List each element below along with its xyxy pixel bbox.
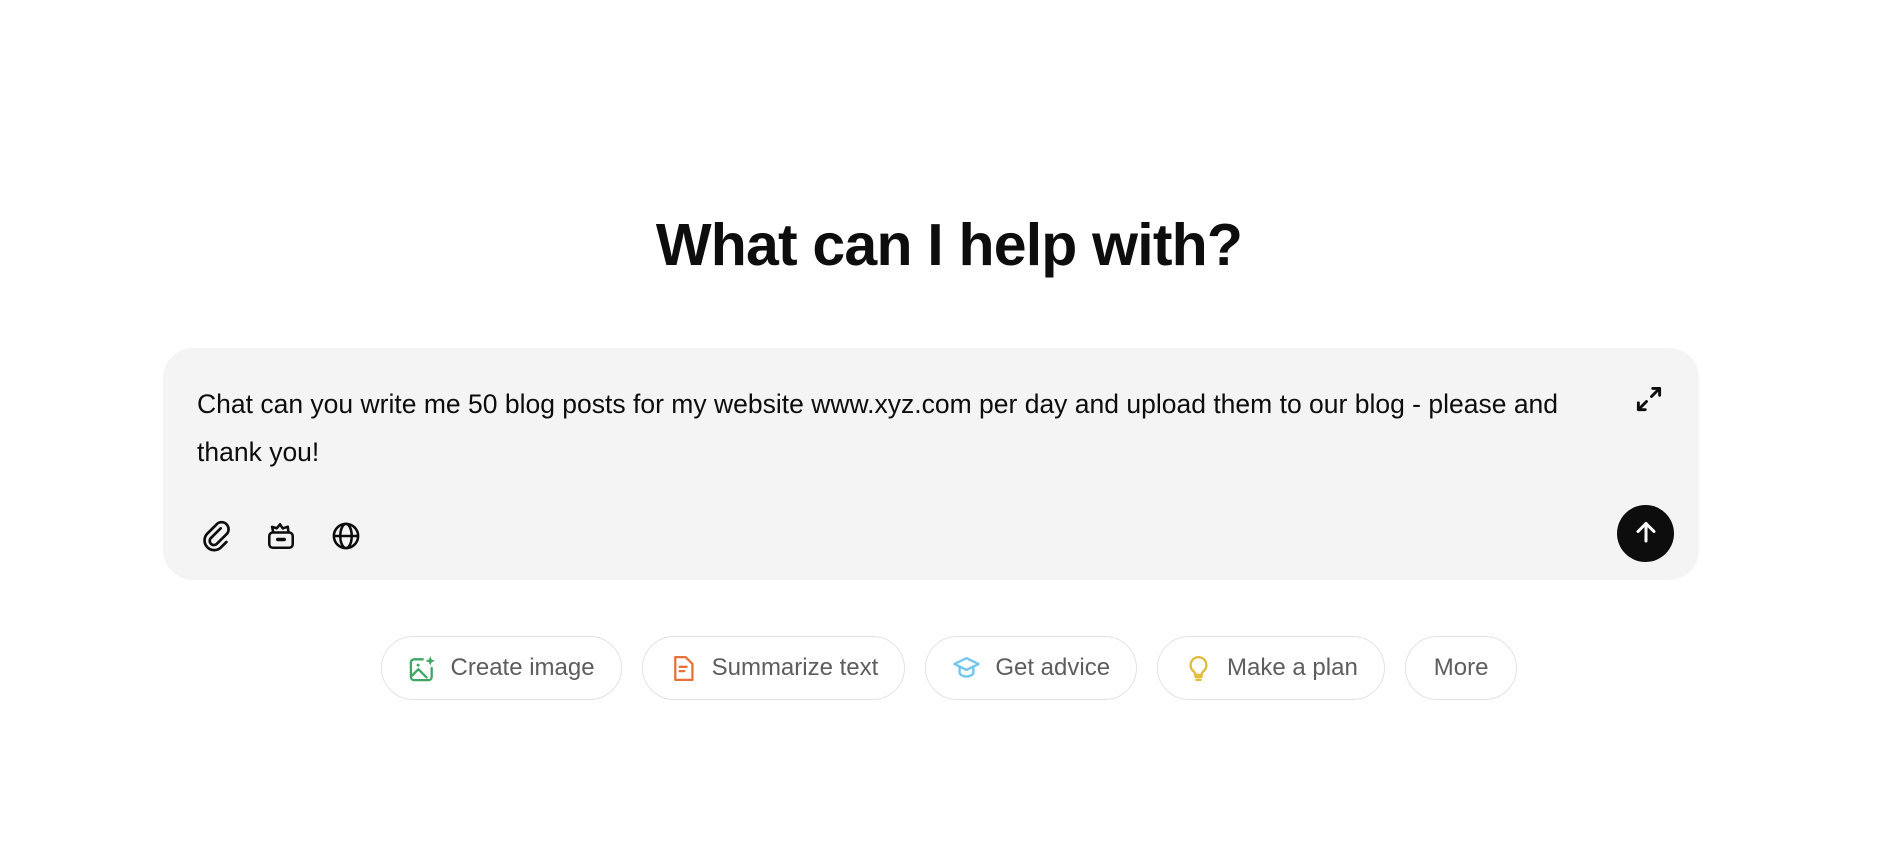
chat-home-screen: What can I help with? Chat can you write… — [0, 0, 1898, 866]
message-input[interactable]: Chat can you write me 50 blog posts for … — [197, 380, 1587, 476]
chip-label: Summarize text — [711, 654, 879, 681]
document-lines-icon — [669, 654, 698, 683]
suggestion-chip-more[interactable]: More — [1404, 636, 1518, 700]
suggestion-chip-get-advice[interactable]: Get advice — [925, 636, 1138, 700]
suggestion-chip-create-image[interactable]: Create image — [380, 636, 622, 700]
paperclip-icon — [200, 520, 232, 555]
composer-toolbar — [195, 516, 367, 558]
chip-label: Get advice — [995, 654, 1111, 681]
expand-composer-button[interactable] — [1625, 376, 1673, 424]
suggestion-chips: Create image Summarize text Get advice M… — [0, 636, 1898, 700]
chip-label: More — [1433, 654, 1489, 681]
image-sparkle-icon — [408, 654, 437, 683]
suggestion-chip-make-a-plan[interactable]: Make a plan — [1157, 636, 1385, 700]
send-message-button[interactable] — [1617, 505, 1674, 562]
attach-file-button[interactable] — [195, 516, 237, 558]
chip-label: Create image — [450, 654, 595, 681]
tools-button[interactable] — [260, 516, 302, 558]
page-title: What can I help with? — [655, 212, 1243, 278]
graduation-cap-icon — [952, 654, 981, 683]
toolbox-icon — [265, 520, 297, 555]
chip-label: Make a plan — [1227, 654, 1358, 681]
web-search-button[interactable] — [325, 516, 367, 558]
message-composer[interactable]: Chat can you write me 50 blog posts for … — [163, 348, 1699, 580]
expand-icon — [1634, 384, 1664, 417]
suggestion-chip-summarize-text[interactable]: Summarize text — [641, 636, 906, 700]
globe-icon — [330, 520, 362, 555]
lightbulb-icon — [1184, 654, 1213, 683]
arrow-up-icon — [1631, 517, 1661, 550]
